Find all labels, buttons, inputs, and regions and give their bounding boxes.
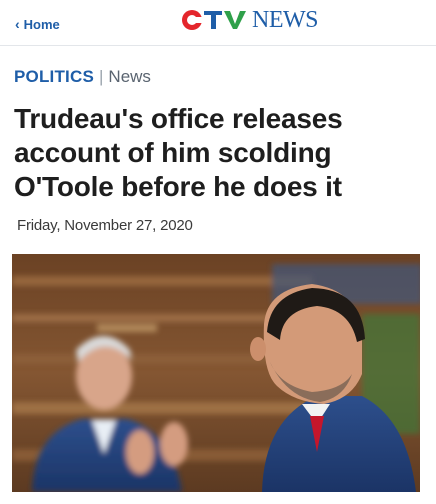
article-date: Friday, November 27, 2020 <box>17 217 193 234</box>
top-navigation-bar: ‹ Home NEWS <box>0 0 436 46</box>
ctv-logo-mark <box>182 10 246 30</box>
section-separator: | <box>99 67 104 86</box>
subsection-label: News <box>108 67 151 86</box>
section-link-politics[interactable]: POLITICS <box>14 67 94 87</box>
article-photo-illustration <box>12 254 420 492</box>
logo-news-word: NEWS <box>252 7 319 33</box>
home-label: Home <box>23 16 60 32</box>
ctv-news-logo[interactable]: NEWS <box>180 8 320 32</box>
article-photo[interactable] <box>12 254 420 492</box>
article-section-breadcrumb: POLITICS | News <box>14 66 151 88</box>
home-link[interactable]: ‹ Home <box>15 15 60 33</box>
chevron-left-icon: ‹ <box>15 16 20 32</box>
article-headline: Trudeau's office releases account of him… <box>14 103 343 202</box>
